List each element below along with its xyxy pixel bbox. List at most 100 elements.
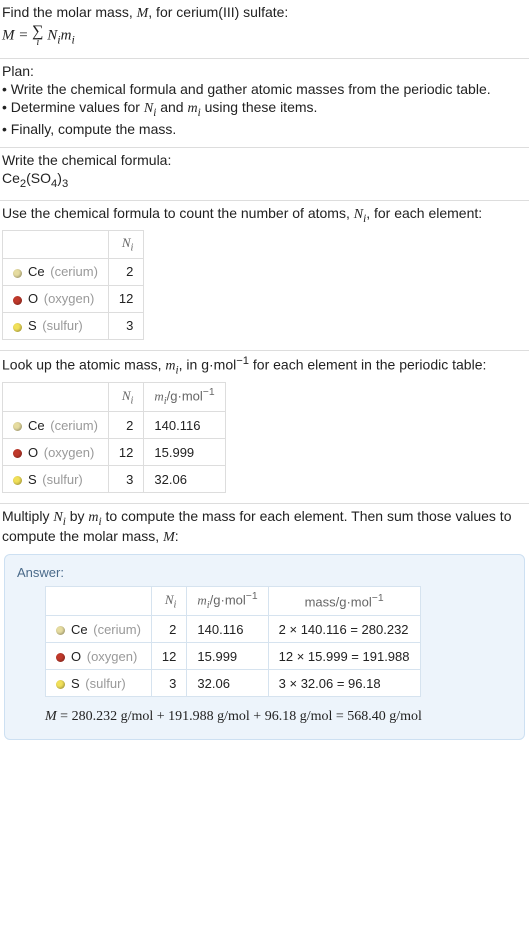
element-cell: O (oxygen): [3, 285, 109, 312]
var-N: N: [53, 510, 62, 525]
table-row: S (sulfur) 3 32.06 3 × 32.06 = 96.18: [46, 670, 421, 697]
element-symbol: Ce: [28, 418, 45, 433]
multiply-section: Multiply Ni by mi to compute the mass fo…: [0, 504, 529, 754]
table-header-row: Ni: [3, 231, 144, 259]
n-value: 3: [108, 466, 143, 493]
text: Multiply: [2, 508, 53, 524]
answer-label: Answer:: [17, 565, 512, 580]
var-M: M: [45, 709, 57, 724]
text: for each element in the periodic table:: [249, 357, 486, 373]
text: , in g·mol: [179, 357, 237, 373]
table-row: O (oxygen) 12 15.999 12 × 15.999 = 191.9…: [46, 643, 421, 670]
element-swatch-icon: [13, 476, 22, 485]
element-name: (oxygen): [87, 649, 138, 664]
n-value: 2: [108, 258, 143, 285]
table-row: Ce (cerium) 2 140.116: [3, 412, 226, 439]
count-heading: Use the chemical formula to count the nu…: [2, 205, 527, 225]
lookup-heading: Look up the atomic mass, mi, in g·mol−1 …: [2, 355, 527, 376]
lookup-table: Ni mi/g·mol−1 Ce (cerium) 2 140.116 O (o…: [2, 382, 226, 493]
count-table: Ni Ce (cerium) 2 O (oxygen) 12 S (sulfur…: [2, 230, 144, 340]
plan-heading: Plan:: [2, 63, 527, 79]
col-header-N: Ni: [151, 587, 186, 616]
element-cell: Ce (cerium): [46, 616, 152, 643]
element-swatch-icon: [56, 626, 65, 635]
empty-header: [46, 587, 152, 616]
n-value: 12: [108, 439, 143, 466]
table-header-row: Ni mi/g·mol−1 mass/g·mol−1: [46, 587, 421, 616]
plan-bullet-3: • Finally, compute the mass.: [2, 121, 527, 137]
plan-bullet-1: • Write the chemical formula and gather …: [2, 81, 527, 97]
element-symbol: O: [28, 445, 38, 460]
element-symbol: O: [28, 291, 38, 306]
n-value: 12: [151, 643, 186, 670]
col-header-m: mi/g·mol−1: [187, 587, 268, 616]
table-row: Ce (cerium) 2 140.116 2 × 140.116 = 280.…: [46, 616, 421, 643]
chem-heading: Write the chemical formula:: [2, 152, 527, 168]
var-m: m: [165, 359, 175, 374]
table-row: O (oxygen) 12: [3, 285, 144, 312]
mass-value: 12 × 15.999 = 191.988: [268, 643, 420, 670]
m-value: 140.116: [187, 616, 268, 643]
table-row: Ce (cerium) 2: [3, 258, 144, 285]
element-name: (oxygen): [44, 291, 95, 306]
var-N: N: [354, 207, 363, 222]
element-swatch-icon: [13, 422, 22, 431]
n-value: 2: [151, 616, 186, 643]
molar-mass-formula: M = ∑ i Nimi: [2, 24, 527, 48]
plan-bullet-2: • Determine values for Ni and mi using t…: [2, 99, 527, 119]
element-name: (sulfur): [42, 318, 82, 333]
text: (SO: [26, 170, 51, 186]
formula-lhs: M =: [2, 27, 32, 43]
element-swatch-icon: [13, 269, 22, 278]
element-swatch-icon: [13, 323, 22, 332]
mass-value: 3 × 32.06 = 96.18: [268, 670, 420, 697]
text: , for cerium(III) sulfate:: [148, 4, 288, 20]
answer-table: Ni mi/g·mol−1 mass/g·mol−1 Ce (cerium) 2…: [45, 586, 421, 697]
element-cell: O (oxygen): [46, 643, 152, 670]
n-value: 3: [151, 670, 186, 697]
table-row: S (sulfur) 3: [3, 312, 144, 339]
element-name: (sulfur): [42, 472, 82, 487]
table-row: S (sulfur) 3 32.06: [3, 466, 226, 493]
element-cell: Ce (cerium): [3, 412, 109, 439]
m-value: 15.999: [187, 643, 268, 670]
final-equation: M = 280.232 g/mol + 191.988 g/mol + 96.1…: [45, 709, 512, 725]
m-value: 140.116: [144, 412, 225, 439]
chemical-formula: Ce2(SO4)3: [2, 170, 527, 190]
text: Use the chemical formula to count the nu…: [2, 205, 354, 221]
text: :: [175, 528, 179, 544]
answer-box: Answer: Ni mi/g·mol−1 mass/g·mol−1 Ce (c…: [4, 554, 525, 740]
col-header-N: Ni: [108, 231, 143, 259]
element-symbol: S: [28, 318, 37, 333]
lookup-section: Look up the atomic mass, mi, in g·mol−1 …: [0, 351, 529, 504]
element-swatch-icon: [13, 449, 22, 458]
element-name: (oxygen): [44, 445, 95, 460]
chemical-formula-section: Write the chemical formula: Ce2(SO4)3: [0, 148, 529, 201]
element-name: (cerium): [50, 418, 98, 433]
table-row: O (oxygen) 12 15.999: [3, 439, 226, 466]
element-swatch-icon: [56, 653, 65, 662]
element-cell: Ce (cerium): [3, 258, 109, 285]
table-header-row: Ni mi/g·mol−1: [3, 383, 226, 412]
element-cell: S (sulfur): [3, 312, 109, 339]
n-value: 12: [108, 285, 143, 312]
element-name: (cerium): [93, 622, 141, 637]
element-name: (cerium): [50, 264, 98, 279]
var-M: M: [137, 6, 149, 21]
sub: 3: [62, 178, 68, 190]
m-value: 32.06: [187, 670, 268, 697]
text: , for each element:: [366, 205, 482, 221]
plan-section: Plan: • Write the chemical formula and g…: [0, 59, 529, 148]
col-header-m: mi/g·mol−1: [144, 383, 225, 412]
var-m: m: [61, 27, 72, 43]
var-M: M: [163, 530, 175, 545]
var-m: m: [88, 510, 98, 525]
element-swatch-icon: [13, 296, 22, 305]
count-section: Use the chemical formula to count the nu…: [0, 201, 529, 351]
multiply-heading: Multiply Ni by mi to compute the mass fo…: [2, 508, 527, 546]
text: using these items.: [201, 99, 318, 115]
empty-header: [3, 231, 109, 259]
element-name: (sulfur): [85, 676, 125, 691]
text: Look up the atomic mass,: [2, 357, 165, 373]
element-symbol: O: [71, 649, 81, 664]
